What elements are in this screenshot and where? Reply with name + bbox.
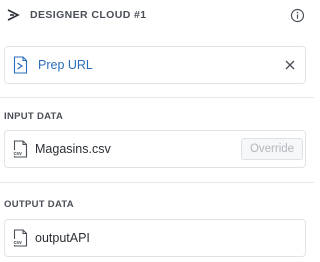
svg-text:csv: csv <box>14 151 23 157</box>
svg-text:csv: csv <box>14 240 23 246</box>
prep-url-icon <box>13 56 28 74</box>
output-file-name: outputAPI <box>35 231 90 245</box>
override-button[interactable]: Override <box>241 138 303 160</box>
csv-file-icon: csv <box>13 229 28 247</box>
info-icon[interactable] <box>290 8 305 23</box>
panel-header: DESIGNER CLOUD #1 <box>0 0 314 32</box>
csv-file-icon: csv <box>13 140 28 158</box>
input-file-name: Magasins.csv <box>35 142 111 156</box>
divider <box>0 97 314 98</box>
output-file-card: csv outputAPI <box>4 219 306 257</box>
input-data-heading: INPUT DATA <box>4 111 64 122</box>
panel-title: DESIGNER CLOUD #1 <box>30 9 147 21</box>
prep-url-card[interactable]: Prep URL <box>4 46 306 84</box>
input-file-card: csv Magasins.csv Override <box>4 130 306 168</box>
output-data-heading: OUTPUT DATA <box>4 199 74 210</box>
divider <box>0 182 314 183</box>
designer-cloud-logo-icon <box>7 9 20 21</box>
close-icon[interactable] <box>285 60 295 70</box>
prep-url-link[interactable]: Prep URL <box>38 58 93 72</box>
